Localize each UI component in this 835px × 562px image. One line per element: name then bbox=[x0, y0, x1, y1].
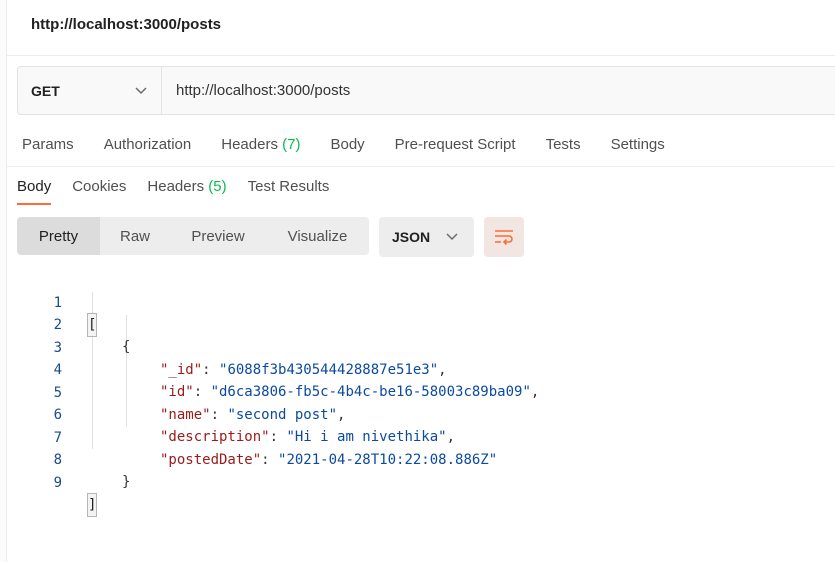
code-line: 1 [ bbox=[0, 270, 98, 337]
json-key: "postedDate" bbox=[160, 452, 262, 468]
format-label: JSON bbox=[392, 229, 431, 245]
json-bracket: [ bbox=[86, 313, 98, 337]
line-number: 9 bbox=[53, 475, 62, 491]
method-select[interactable]: GET bbox=[18, 67, 162, 114]
view-raw-button[interactable]: Raw bbox=[100, 217, 170, 255]
json-comma: , bbox=[446, 429, 456, 445]
chevron-down-icon bbox=[446, 233, 458, 241]
tab-params[interactable]: Params bbox=[22, 136, 74, 153]
view-preview-button[interactable]: Preview bbox=[170, 217, 266, 255]
json-value: "d6ca3806-fb5c-4b4c-be16-58003c89ba09" bbox=[210, 384, 531, 400]
divider bbox=[7, 166, 835, 167]
wrap-lines-icon bbox=[495, 230, 513, 245]
json-key: "id" bbox=[160, 384, 194, 400]
json-key: "_id" bbox=[160, 362, 203, 378]
json-value: "2021-04-28T10:22:08.886Z" bbox=[278, 452, 498, 468]
tab-authorization[interactable]: Authorization bbox=[104, 136, 192, 153]
json-key: "description" bbox=[160, 429, 270, 445]
json-brace: { bbox=[122, 339, 131, 355]
response-tabs: Body Cookies Headers (5) Test Results bbox=[17, 178, 350, 205]
json-bracket: ] bbox=[86, 493, 98, 517]
code-line: 9 ] bbox=[0, 450, 98, 517]
code-line: 2 { bbox=[0, 292, 131, 355]
tab-tests[interactable]: Tests bbox=[546, 136, 581, 153]
tab-headers[interactable]: Headers (7) bbox=[221, 136, 300, 153]
code-line: 3 "_id": "6088f3b430544428887e51e3", bbox=[0, 315, 447, 378]
code-line: 6 "description": "Hi i am nivethika", bbox=[0, 382, 455, 445]
view-pretty-button[interactable]: Pretty bbox=[17, 217, 100, 255]
tab-label: Headers bbox=[147, 178, 205, 195]
chevron-down-icon bbox=[135, 86, 147, 94]
json-key: "name" bbox=[160, 407, 211, 423]
wrap-lines-button[interactable] bbox=[484, 217, 524, 257]
json-value: "Hi i am nivethika" bbox=[286, 429, 447, 445]
view-visualize-button[interactable]: Visualize bbox=[266, 217, 369, 255]
request-tabs: Params Authorization Headers (7) Body Pr… bbox=[22, 136, 695, 153]
response-tab-test-results[interactable]: Test Results bbox=[248, 178, 330, 205]
json-comma: , bbox=[438, 362, 447, 378]
format-select[interactable]: JSON bbox=[379, 217, 474, 257]
headers-count-badge: (7) bbox=[282, 136, 301, 153]
json-value: "6088f3b430544428887e51e3" bbox=[219, 362, 439, 378]
indent-guide bbox=[126, 315, 127, 427]
tab-pre-request-script[interactable]: Pre-request Script bbox=[395, 136, 516, 153]
code-line: 8 } bbox=[0, 427, 131, 490]
json-comma: , bbox=[337, 407, 346, 423]
request-title: http://localhost:3000/posts bbox=[31, 16, 222, 33]
url-input[interactable]: http://localhost:3000/posts bbox=[162, 67, 835, 114]
url-bar: GET http://localhost:3000/posts bbox=[17, 66, 835, 115]
tab-body[interactable]: Body bbox=[330, 136, 364, 153]
json-brace: } bbox=[122, 474, 131, 490]
headers-count-badge: (5) bbox=[208, 178, 227, 195]
tab-label: Headers bbox=[221, 136, 278, 153]
response-tab-cookies[interactable]: Cookies bbox=[72, 178, 126, 205]
json-value: "second post" bbox=[227, 407, 338, 423]
view-mode-switch: Pretty Raw Preview Visualize bbox=[17, 217, 369, 255]
code-line: 7 "postedDate": "2021-04-28T10:22:08.886… bbox=[0, 405, 498, 468]
code-line: 4 "id": "d6ca3806-fb5c-4b4c-be16-58003c8… bbox=[0, 337, 540, 400]
method-label: GET bbox=[31, 82, 60, 99]
divider bbox=[7, 55, 835, 56]
json-comma: , bbox=[530, 384, 540, 400]
response-tab-body[interactable]: Body bbox=[17, 178, 52, 205]
code-line: 5 "name": "second post", bbox=[0, 360, 346, 423]
tab-settings[interactable]: Settings bbox=[611, 136, 665, 153]
response-tab-headers[interactable]: Headers (5) bbox=[147, 178, 226, 205]
